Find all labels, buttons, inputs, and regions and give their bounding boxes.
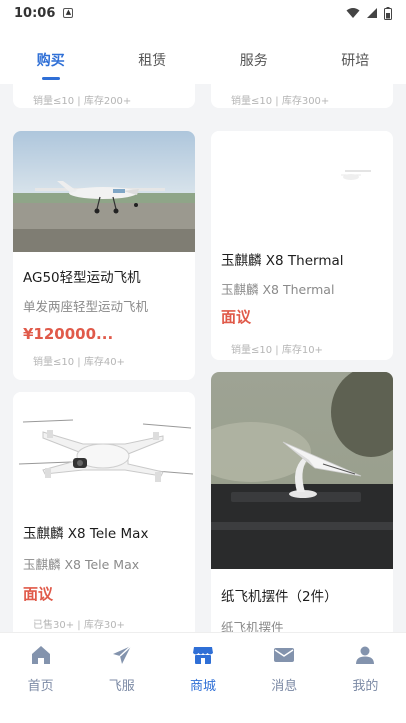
product-card-partial-left[interactable]: 销量≤10 | 库存200+: [13, 84, 195, 108]
white-drone-photo: [13, 392, 195, 502]
product-title: AG50轻型运动飞机: [23, 270, 141, 286]
thermal-drone-photo: [211, 131, 393, 241]
nav-item-home[interactable]: 首页: [0, 633, 81, 723]
product-card-ag50[interactable]: AG50轻型运动飞机 单发两座轻型运动飞机 ¥120000... 销量≤10 |…: [13, 131, 195, 380]
product-subtitle: 玉麒麟 X8 Thermal: [221, 282, 335, 297]
battery-icon: [384, 6, 392, 20]
light-sport-aircraft-photo: [13, 131, 195, 252]
product-stats: 销量≤10 | 库存300+: [231, 96, 330, 107]
product-card-x8-thermal[interactable]: 玉麒麟 X8 Thermal 玉麒麟 X8 Thermal 面议 销量≤10 |…: [211, 131, 393, 360]
product-subtitle: 单发两座轻型运动飞机: [23, 299, 149, 314]
tab-training[interactable]: 研培: [305, 50, 406, 84]
paper-plane-ornament-photo: [211, 372, 393, 569]
drone-image: [211, 131, 393, 241]
mail-icon: [274, 648, 295, 662]
category-tabs: 购买 租赁 服务 研培: [0, 26, 406, 84]
bottom-nav: 首页 飞服 商城 消息 我的: [0, 632, 406, 723]
product-title: 纸飞机摆件（2件）: [221, 589, 338, 605]
product-price: 面议: [23, 585, 54, 603]
signal-icon: [367, 8, 377, 18]
nav-item-profile[interactable]: 我的: [325, 633, 406, 723]
ornament-image: [211, 372, 393, 569]
nav-label: 首页: [27, 679, 54, 694]
user-icon: [356, 646, 375, 664]
product-title: 玉麒麟 X8 Tele Max: [23, 526, 149, 542]
nav-label: 飞服: [108, 679, 135, 694]
product-stats: 已售30+ | 库存30+: [33, 620, 125, 631]
store-icon: [193, 647, 213, 664]
nav-label: 商城: [190, 679, 217, 694]
product-stats: 销量≤10 | 库存10+: [231, 345, 323, 356]
home-icon: [31, 646, 50, 664]
product-stats: 销量≤10 | 库存200+: [33, 96, 132, 107]
nav-label: 我的: [352, 679, 379, 694]
product-price: ¥120000...: [23, 325, 114, 343]
product-card-paper-plane[interactable]: 纸飞机摆件（2件） 纸飞机摆件: [211, 372, 393, 632]
drone-image: [13, 392, 195, 502]
wifi-icon: [346, 8, 360, 18]
paper-plane-icon: [112, 645, 132, 664]
sim-card-icon: ▲: [63, 8, 74, 18]
product-card-partial-right[interactable]: 销量≤10 | 库存300+: [211, 84, 393, 108]
nav-item-store[interactable]: 商城: [162, 633, 243, 723]
product-stats: 销量≤10 | 库存40+: [33, 357, 125, 368]
product-price: 面议: [221, 308, 252, 326]
tab-rent[interactable]: 租赁: [102, 50, 204, 84]
status-time: 10:06: [14, 5, 56, 21]
nav-label: 消息: [271, 679, 298, 694]
product-card-x8-tele-max[interactable]: 玉麒麟 X8 Tele Max 玉麒麟 X8 Tele Max 面议 已售30+…: [13, 392, 195, 632]
tab-service[interactable]: 服务: [203, 50, 305, 84]
product-title: 玉麒麟 X8 Thermal: [221, 253, 344, 269]
nav-item-messages[interactable]: 消息: [244, 633, 325, 723]
status-bar: 10:06 ▲: [0, 0, 406, 26]
product-grid: 销量≤10 | 库存200+ 销量≤10 | 库存300+ AG50轻型运动飞机…: [0, 84, 406, 632]
aircraft-image: [13, 131, 195, 252]
status-icons: [346, 6, 392, 20]
product-subtitle: 玉麒麟 X8 Tele Max: [23, 557, 140, 572]
product-subtitle: 纸飞机摆件: [221, 620, 284, 632]
tab-buy[interactable]: 购买: [0, 50, 102, 84]
nav-item-flight-service[interactable]: 飞服: [81, 633, 162, 723]
